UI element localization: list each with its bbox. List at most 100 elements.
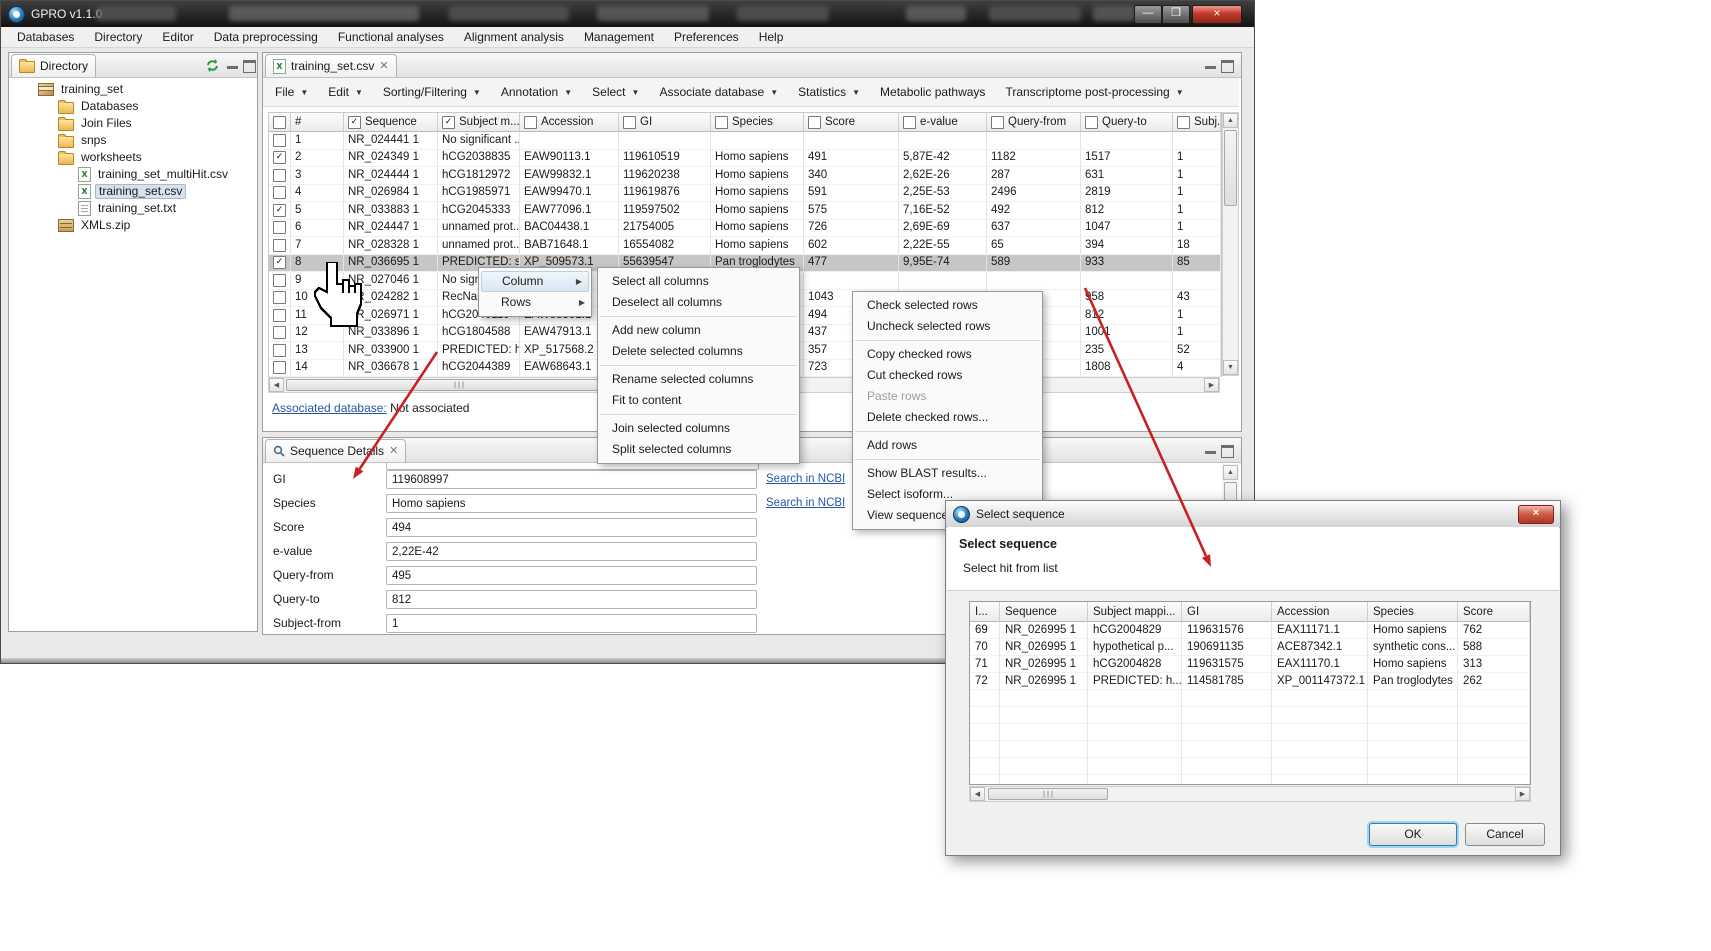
select-all-checkbox[interactable] [273, 116, 286, 129]
dialog-table-row[interactable]: 71NR_026995 1hCG2004828119631575EAX11170… [970, 656, 1530, 673]
cell-num[interactable]: 9 [291, 272, 344, 290]
cell-num[interactable]: 13 [291, 342, 344, 360]
column-checkbox[interactable] [715, 116, 728, 129]
cell[interactable]: 1 [1173, 220, 1221, 238]
toolbar-select[interactable]: Select▼ [592, 85, 639, 99]
toolbar-sorting-filtering[interactable]: Sorting/Filtering▼ [383, 85, 481, 99]
scrollbar-thumb[interactable] [988, 788, 1108, 800]
ok-button[interactable]: OK [1369, 823, 1457, 846]
cell[interactable]: NR_027046 1 [344, 272, 438, 290]
column-checkbox[interactable] [991, 116, 1004, 129]
cell[interactable]: 933 [1081, 255, 1173, 273]
row-check-cell[interactable] [269, 132, 291, 150]
table-row[interactable]: ✓5NR_033883 1hCG2045333EAW77096.11195975… [269, 202, 1221, 220]
menu-item-select-all-columns[interactable]: Select all columns [598, 271, 799, 292]
query-to-field[interactable]: 812 [386, 590, 757, 609]
cell[interactable]: 18 [1173, 237, 1221, 255]
cell[interactable]: NR_024349 1 [344, 150, 438, 168]
cell[interactable]: NR_033900 1 [344, 342, 438, 360]
table-row[interactable]: ✓2NR_024349 1hCG2038835EAW90113.11196105… [269, 150, 1221, 168]
cell[interactable]: Homo sapiens [711, 237, 804, 255]
cell[interactable]: 2496 [987, 185, 1081, 203]
toolbar-metabolic-pathways[interactable]: Metabolic pathways [880, 85, 985, 99]
cell[interactable] [619, 132, 711, 150]
cell-num[interactable]: 11 [291, 307, 344, 325]
cell-num[interactable]: 2 [291, 150, 344, 168]
row-checkbox[interactable] [273, 326, 286, 339]
table-row[interactable]: 3NR_024444 1hCG1812972EAW99832.111962023… [269, 167, 1221, 185]
cell-num[interactable]: 14 [291, 360, 344, 378]
menu-item-add-new-column[interactable]: Add new column [598, 320, 799, 341]
cell[interactable]: hCG1804588 [438, 325, 520, 343]
toolbar-annotation[interactable]: Annotation▼ [501, 85, 572, 99]
cell[interactable]: 1182 [987, 150, 1081, 168]
menu-item-join-selected-columns[interactable]: Join selected columns [598, 418, 799, 439]
cell[interactable]: 958 [1081, 290, 1173, 308]
dialog-table-row[interactable]: 72NR_026995 1PREDICTED: h...114581785XP_… [970, 673, 1530, 690]
row-check-cell[interactable]: ✓ [269, 150, 291, 168]
dialog-header-species[interactable]: Species [1368, 602, 1458, 622]
dialog-cell[interactable]: ACE87342.1 [1272, 639, 1368, 656]
toolbar-statistics[interactable]: Statistics▼ [798, 85, 860, 99]
cell[interactable]: 1808 [1081, 360, 1173, 378]
menu-item-rows[interactable]: Rows▶ [479, 292, 591, 313]
cell[interactable]: 4 [1173, 360, 1221, 378]
menu-item-delete-checked-rows[interactable]: Delete checked rows... [853, 407, 1042, 428]
tree-item-training-set[interactable]: training_set [9, 81, 257, 98]
cell[interactable]: Homo sapiens [711, 167, 804, 185]
row-check-cell[interactable] [269, 220, 291, 238]
cell[interactable]: unnamed prot... [438, 237, 520, 255]
scrollbar-thumb[interactable] [1224, 130, 1237, 206]
menu-item-delete-selected-columns[interactable]: Delete selected columns [598, 341, 799, 362]
dialog-cell[interactable]: 114581785 [1182, 673, 1272, 690]
cell[interactable]: 394 [1081, 237, 1173, 255]
header-accession[interactable]: Accession [520, 113, 619, 132]
dialog-cell[interactable]: XP_001147372.1 [1272, 673, 1368, 690]
search-in-ncbi-link[interactable]: Search in NCBI [766, 473, 845, 485]
column-checkbox[interactable] [903, 116, 916, 129]
row-check-cell[interactable] [269, 237, 291, 255]
scroll-up-icon[interactable]: ▲ [1223, 113, 1238, 128]
row-check-cell[interactable]: ✓ [269, 255, 291, 273]
cell[interactable]: 52 [1173, 342, 1221, 360]
dialog-header-accession[interactable]: Accession [1272, 602, 1368, 622]
dialog-cell[interactable]: NR_026995 1 [1000, 639, 1088, 656]
cell[interactable]: NR_033896 1 [344, 325, 438, 343]
dialog-cell[interactable]: 762 [1458, 622, 1530, 639]
cell-num[interactable]: 7 [291, 237, 344, 255]
cell[interactable]: 1 [1173, 167, 1221, 185]
cell[interactable]: 119597502 [619, 202, 711, 220]
row-checkbox[interactable] [273, 291, 286, 304]
cell[interactable]: 812 [1081, 307, 1173, 325]
dialog-cell[interactable]: NR_026995 1 [1000, 622, 1088, 639]
column-checkbox[interactable] [524, 116, 537, 129]
cell[interactable]: EAW99832.1 [520, 167, 619, 185]
tree-item-training-set-txt[interactable]: training_set.txt [9, 200, 257, 217]
menu-item-fit-to-content[interactable]: Fit to content [598, 390, 799, 411]
cell[interactable]: 287 [987, 167, 1081, 185]
cell[interactable] [987, 272, 1081, 290]
cell[interactable] [1173, 272, 1221, 290]
maximize-button[interactable]: ❒ [1162, 5, 1190, 24]
dialog-cell[interactable]: EAX11170.1 [1272, 656, 1368, 673]
cell[interactable]: Homo sapiens [711, 202, 804, 220]
dialog-cell[interactable]: 70 [970, 639, 1000, 656]
menu-item-add-rows[interactable]: Add rows [853, 435, 1042, 456]
menu-item-uncheck-selected-rows[interactable]: Uncheck selected rows [853, 316, 1042, 337]
column-checkbox[interactable] [808, 116, 821, 129]
cell[interactable]: 491 [804, 150, 899, 168]
dialog-cell[interactable]: hCG2004828 [1088, 656, 1182, 673]
subject-from-field[interactable]: 1 [386, 614, 757, 633]
dialog-cell[interactable]: Homo sapiens [1368, 656, 1458, 673]
table-row[interactable]: 4NR_026984 1hCG1985971EAW99470.111961987… [269, 185, 1221, 203]
cell[interactable]: Homo sapiens [711, 220, 804, 238]
cell[interactable]: NR_036678 1 [344, 360, 438, 378]
toolbar-file[interactable]: File▼ [275, 85, 308, 99]
dialog-cell[interactable]: 588 [1458, 639, 1530, 656]
dialog-cell[interactable]: Homo sapiens [1368, 622, 1458, 639]
dialog-cell[interactable]: Pan troglodytes [1368, 673, 1458, 690]
cell[interactable]: 631 [1081, 167, 1173, 185]
associated-database-link[interactable]: Associated database: [272, 401, 387, 415]
cell[interactable]: EAW99470.1 [520, 185, 619, 203]
row-check-cell[interactable] [269, 307, 291, 325]
